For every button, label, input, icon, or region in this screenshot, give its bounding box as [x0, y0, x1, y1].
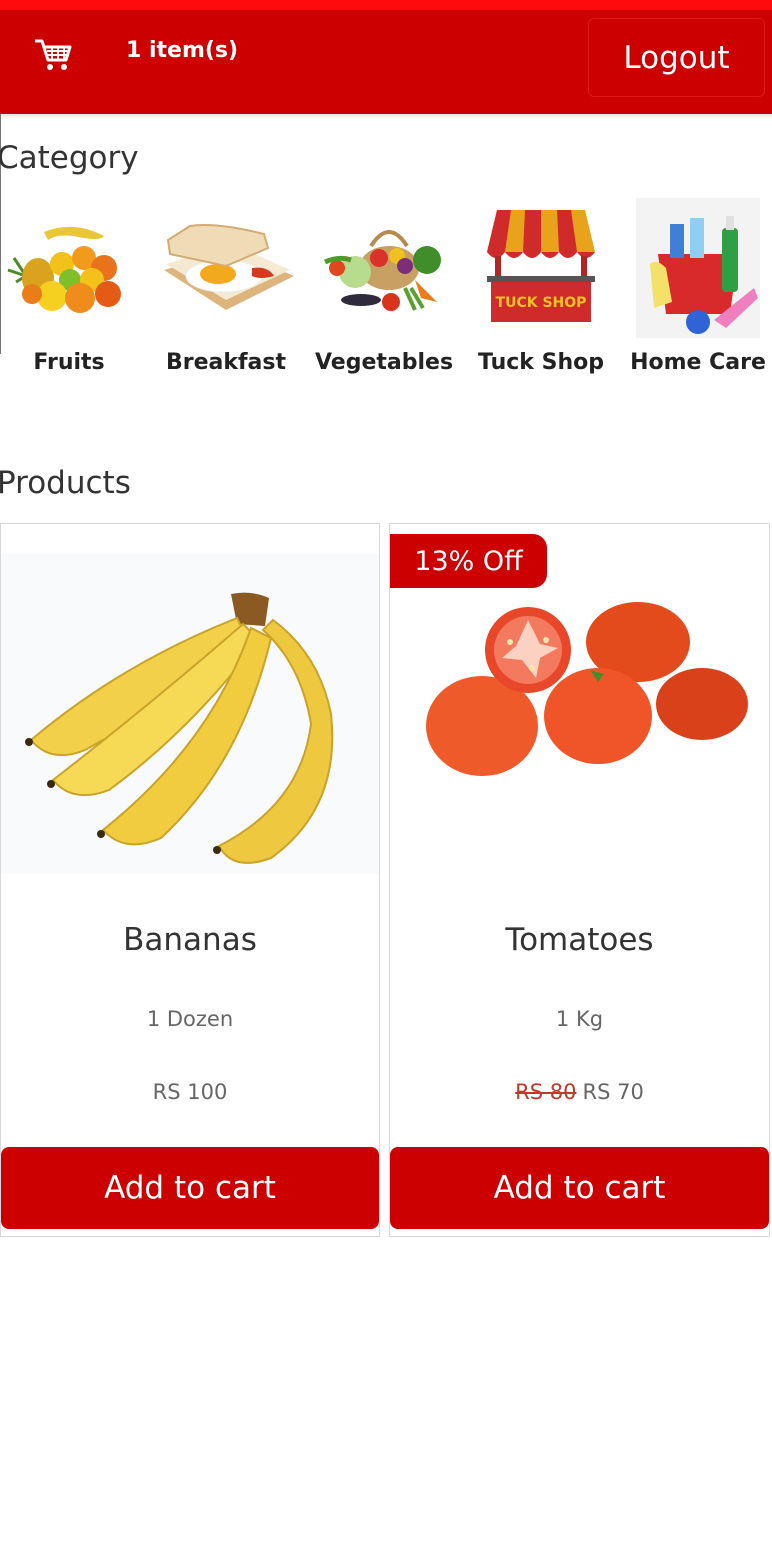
product-price: RS 100: [1, 1080, 379, 1104]
discount-badge: 13% Off: [390, 534, 547, 588]
category-vegetables[interactable]: Vegetables: [308, 198, 460, 375]
product-name: Bananas: [123, 922, 257, 958]
tuck-shop-icon: TUCK SHOP: [465, 198, 617, 338]
current-price: RS 100: [152, 1080, 228, 1104]
cart-count[interactable]: 1 item(s): [126, 38, 238, 63]
category-breakfast[interactable]: Breakfast: [150, 198, 302, 375]
logout-button[interactable]: Logout: [588, 18, 765, 97]
svg-text:TUCK SHOP: TUCK SHOP: [496, 295, 587, 311]
products-title: Products: [0, 465, 131, 501]
product-price: RS 80 RS 70: [390, 1080, 769, 1104]
category-label: Fruits: [33, 350, 105, 375]
product-quantity: 1 Kg: [555, 1007, 604, 1031]
tomatoes-image: [390, 554, 769, 904]
fruits-icon: [0, 198, 145, 338]
category-tuck-shop[interactable]: TUCK SHOP Tuck Shop: [465, 198, 617, 375]
top-strip: [0, 0, 772, 10]
category-label: Home Care: [630, 350, 766, 375]
category-title: Category: [0, 140, 139, 176]
add-to-cart-button[interactable]: Add to cart: [390, 1147, 769, 1229]
product-card-tomatoes[interactable]: 13% Off Tomatoes 1 Kg RS 80 RS 70 Add to …: [389, 523, 770, 1237]
product-quantity: 1 Dozen: [146, 1007, 234, 1031]
category-label: Breakfast: [165, 350, 287, 375]
vegetables-icon: [308, 198, 460, 338]
product-name: Tomatoes: [505, 922, 654, 958]
current-price: RS 70: [582, 1080, 644, 1104]
product-card-bananas[interactable]: Bananas 1 Dozen RS 100 Add to cart: [0, 523, 380, 1237]
breakfast-icon: [150, 198, 302, 338]
category-label: Vegetables: [314, 350, 454, 375]
app-header: 1 item(s) Logout: [0, 10, 772, 114]
add-to-cart-button[interactable]: Add to cart: [1, 1147, 379, 1229]
cart-icon[interactable]: [33, 37, 73, 73]
category-label: Tuck Shop: [478, 350, 604, 375]
header-shadow: [0, 114, 772, 119]
bananas-image: [1, 554, 379, 904]
category-fruits[interactable]: Fruits: [0, 198, 145, 375]
category-home-care[interactable]: Home Care: [622, 198, 772, 375]
original-price: RS 80: [515, 1080, 577, 1104]
home-care-icon: [622, 198, 772, 338]
